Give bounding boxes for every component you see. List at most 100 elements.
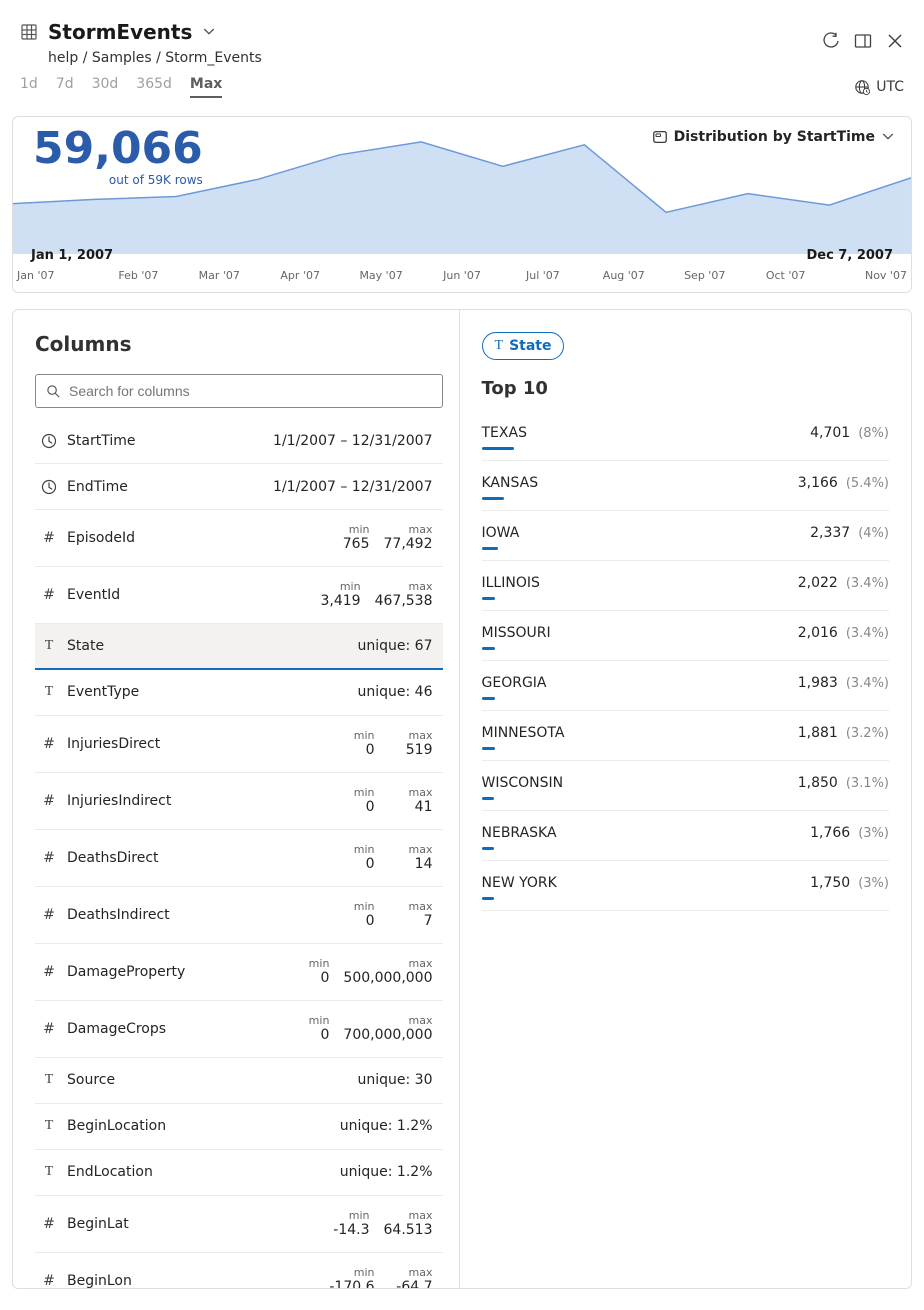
column-name: InjuriesDirect: [67, 736, 160, 752]
number-icon: #: [41, 964, 57, 980]
panel-toggle-button[interactable]: [854, 32, 872, 50]
range-tab-30d[interactable]: 30d: [92, 76, 119, 98]
column-row-injuriesindirect[interactable]: #InjuriesIndirectmin0max41: [35, 773, 443, 830]
top-item-pct: (3.4%): [846, 626, 889, 641]
top-item-count: 1,850: [798, 775, 838, 791]
min-label: min: [331, 729, 375, 742]
page-title: StormEvents: [48, 20, 192, 44]
range-tab-365d[interactable]: 365d: [136, 76, 172, 98]
top-item-count: 1,881: [798, 725, 838, 741]
column-row-deathsdirect[interactable]: #DeathsDirectmin0max14: [35, 830, 443, 887]
axis-tick: Feb '07: [98, 269, 179, 282]
max-value: 519: [389, 742, 433, 759]
range-tab-1d[interactable]: 1d: [20, 76, 38, 98]
top-item-name: GEORGIA: [482, 675, 547, 691]
max-value: 7: [389, 913, 433, 930]
max-label: max: [384, 1209, 433, 1222]
top-item-pct: (5.4%): [846, 476, 889, 491]
top-row-iowa[interactable]: IOWA2,337(4%): [482, 511, 890, 561]
column-row-eventtype[interactable]: TEventTypeunique: 46: [35, 670, 443, 716]
min-value: 0: [331, 742, 375, 759]
number-icon: #: [41, 793, 57, 809]
column-row-damageproperty[interactable]: #DamagePropertymin0max500,000,000: [35, 944, 443, 1001]
axis-tick: Mar '07: [179, 269, 260, 282]
range-tab-7d[interactable]: 7d: [56, 76, 74, 98]
min-value: 0: [331, 799, 375, 816]
min-label: min: [326, 523, 370, 536]
top-item-bar: [482, 797, 495, 800]
globe-clock-icon: [854, 79, 870, 95]
top-row-texas[interactable]: TEXAS4,701(8%): [482, 411, 890, 461]
top-row-wisconsin[interactable]: WISCONSIN1,850(3.1%): [482, 761, 890, 811]
text-type-icon: T: [495, 338, 504, 354]
top-item-bar: [482, 647, 496, 650]
min-value: 3,419: [317, 593, 361, 610]
top-item-count: 2,016: [798, 625, 838, 641]
column-row-state[interactable]: TStateunique: 67: [35, 624, 443, 670]
text-type-icon: T: [41, 1072, 57, 1088]
column-name: EventId: [67, 587, 120, 603]
row-count-subtext: out of 59K rows: [33, 173, 203, 187]
top-row-new-york[interactable]: NEW YORK1,750(3%): [482, 861, 890, 911]
timezone-badge[interactable]: UTC: [854, 79, 904, 95]
column-row-endtime[interactable]: EndTime1/1/2007 – 12/31/2007: [35, 464, 443, 510]
max-value: 700,000,000: [343, 1027, 432, 1044]
top-row-nebraska[interactable]: NEBRASKA1,766(3%): [482, 811, 890, 861]
columns-search[interactable]: [35, 374, 443, 408]
range-tab-max[interactable]: Max: [190, 76, 222, 98]
chevron-down-icon: [881, 130, 895, 144]
top-item-pct: (3.1%): [846, 776, 889, 791]
axis-tick: Sep '07: [664, 269, 745, 282]
column-unique: unique: 30: [358, 1072, 433, 1088]
top-item-pct: (3.4%): [846, 676, 889, 691]
top-item-bar: [482, 697, 496, 700]
distribution-dropdown[interactable]: Distribution by StartTime: [652, 129, 895, 145]
max-value: 500,000,000: [343, 970, 432, 987]
column-row-injuriesdirect[interactable]: #InjuriesDirectmin0max519: [35, 716, 443, 773]
column-name: EndTime: [67, 479, 128, 495]
min-label: min: [331, 900, 375, 913]
min-label: min: [285, 1014, 329, 1027]
top-row-missouri[interactable]: MISSOURI2,016(3.4%): [482, 611, 890, 661]
top-row-georgia[interactable]: GEORGIA1,983(3.4%): [482, 661, 890, 711]
number-icon: #: [41, 1216, 57, 1232]
number-icon: #: [41, 907, 57, 923]
top-row-illinois[interactable]: ILLINOIS2,022(3.4%): [482, 561, 890, 611]
min-label: min: [331, 843, 375, 856]
column-row-endlocation[interactable]: TEndLocationunique: 1.2%: [35, 1150, 443, 1196]
top-item-count: 1,750: [810, 875, 850, 891]
column-name: BeginLon: [67, 1273, 132, 1288]
selected-column-pill[interactable]: T State: [482, 332, 565, 360]
column-row-source[interactable]: TSourceunique: 30: [35, 1058, 443, 1104]
column-row-episodeid[interactable]: #EpisodeIdmin765max77,492: [35, 510, 443, 567]
max-value: -64.7: [389, 1279, 433, 1288]
min-value: 765: [326, 536, 370, 553]
max-value: 64.513: [384, 1222, 433, 1239]
column-unique: unique: 46: [358, 684, 433, 700]
column-row-beginlon[interactable]: #BeginLonmin-170.6max-64.7: [35, 1253, 443, 1288]
top-item-bar: [482, 747, 495, 750]
number-icon: #: [41, 1021, 57, 1037]
column-row-damagecrops[interactable]: #DamageCropsmin0max700,000,000: [35, 1001, 443, 1058]
column-row-starttime[interactable]: StartTime1/1/2007 – 12/31/2007: [35, 418, 443, 464]
column-row-beginlat[interactable]: #BeginLatmin-14.3max64.513: [35, 1196, 443, 1253]
column-name: EpisodeId: [67, 530, 135, 546]
column-row-eventid[interactable]: #EventIdmin3,419max467,538: [35, 567, 443, 624]
min-value: 0: [331, 913, 375, 930]
chevron-down-icon[interactable]: [202, 25, 216, 39]
breadcrumb: help / Samples / Storm_Events: [20, 50, 262, 66]
column-unique: unique: 1.2%: [340, 1164, 433, 1180]
refresh-button[interactable]: [822, 32, 840, 50]
top-row-kansas[interactable]: KANSAS3,166(5.4%): [482, 461, 890, 511]
top-item-name: KANSAS: [482, 475, 539, 491]
pill-label: State: [509, 338, 551, 354]
close-button[interactable]: [886, 32, 904, 50]
clock-icon: [41, 479, 57, 495]
columns-search-input[interactable]: [69, 383, 432, 399]
column-row-deathsindirect[interactable]: #DeathsIndirectmin0max7: [35, 887, 443, 944]
max-label: max: [389, 1266, 433, 1279]
column-row-beginlocation[interactable]: TBeginLocationunique: 1.2%: [35, 1104, 443, 1150]
top-row-minnesota[interactable]: MINNESOTA1,881(3.2%): [482, 711, 890, 761]
top-item-count: 4,701: [810, 425, 850, 441]
column-name: EventType: [67, 684, 139, 700]
